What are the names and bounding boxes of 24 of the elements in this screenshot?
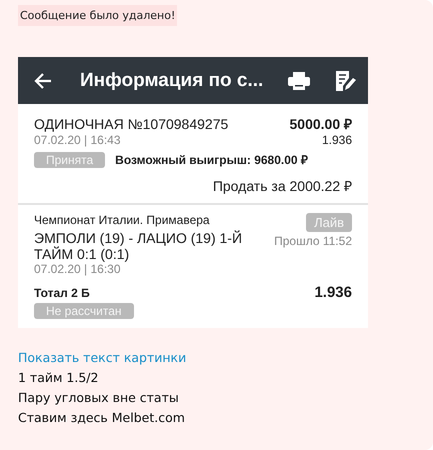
show-image-text-link[interactable]: Показать текст картинки (18, 350, 415, 365)
deleted-notice: Сообщение было удалено! (18, 5, 178, 26)
status-badge: Не рассчитан (34, 303, 134, 319)
possible-win: Возможный выигрыш: 9680.00 ₽ (115, 152, 308, 168)
event-datetime: 07.02.20 | 16:30 (34, 262, 122, 276)
match-name: ЭМПОЛИ (19) - ЛАЦИО (19) 1-Й ТАЙМ 0:1 (0:1) (34, 230, 244, 262)
message-line: Пару угловых вне статы (18, 390, 180, 405)
market-name: Тотал 2 Б (34, 286, 90, 300)
printer-icon[interactable] (288, 72, 310, 90)
bet-type: ОДИНОЧНАЯ №10709849275 (34, 116, 228, 132)
message-line: Ставим здесь Melbet.com (18, 410, 186, 425)
screen-title: Информация по с... (80, 70, 264, 92)
status-badge: Принята (34, 152, 106, 168)
elapsed-time: Прошло 11:52 (274, 234, 352, 248)
sell-offer: Продать за 2000.22 ₽ (212, 177, 352, 195)
league-name: Чемпионат Италии. Примавера (34, 213, 211, 227)
back-arrow-icon[interactable] (34, 72, 52, 88)
edit-document-icon[interactable] (334, 70, 356, 92)
bet-amount: 5000.00 ₽ (290, 115, 352, 133)
live-badge: Лайв (306, 213, 352, 232)
message-line: 1 тайм 1.5/2 (18, 370, 100, 385)
bet-coefficient: 1.936 (322, 133, 352, 147)
bet-datetime: 07.02.20 | 16:43 (34, 133, 121, 147)
event-coefficient: 1.936 (314, 284, 352, 301)
